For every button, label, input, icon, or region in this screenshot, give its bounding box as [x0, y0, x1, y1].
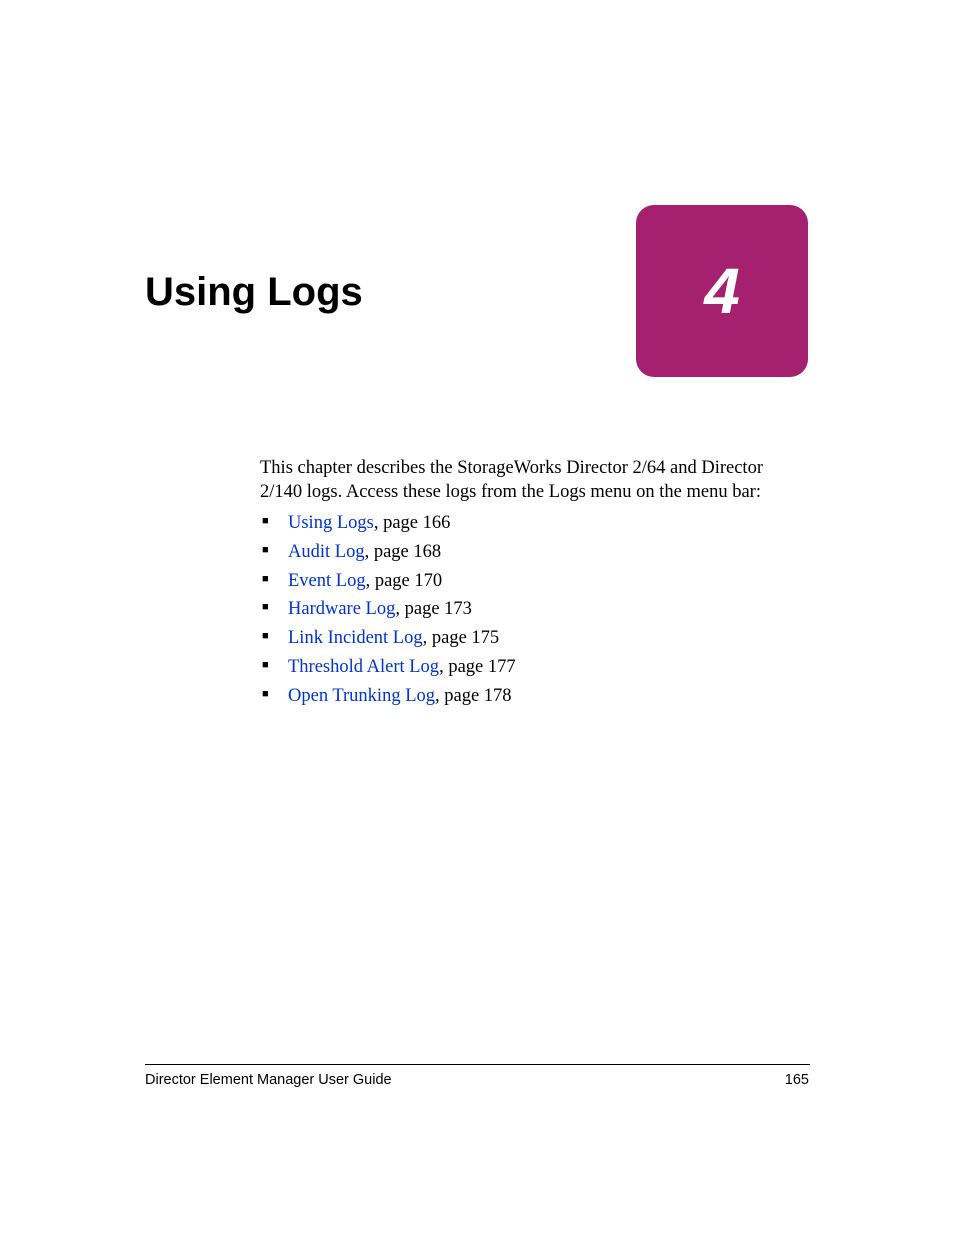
- list-item: Threshold Alert Log, page 177: [260, 654, 805, 681]
- toc-link[interactable]: Hardware Log: [288, 599, 395, 619]
- list-item: Using Logs, page 166: [260, 510, 805, 537]
- list-item: Link Incident Log, page 175: [260, 625, 805, 652]
- toc-page: , page 178: [435, 686, 512, 706]
- chapter-number: 4: [704, 254, 740, 328]
- list-item: Event Log, page 170: [260, 568, 805, 595]
- footer-page-number: 165: [785, 1072, 809, 1088]
- toc-list: Using Logs, page 166 Audit Log, page 168…: [260, 510, 805, 712]
- list-item: Hardware Log, page 173: [260, 596, 805, 623]
- toc-link[interactable]: Open Trunking Log: [288, 686, 435, 706]
- toc-link[interactable]: Link Incident Log: [288, 628, 423, 648]
- toc-page: , page 168: [365, 542, 442, 562]
- chapter-badge: 4: [636, 205, 808, 377]
- toc-link[interactable]: Using Logs: [288, 513, 374, 533]
- footer-guide-name: Director Element Manager User Guide: [145, 1072, 392, 1088]
- toc-page: , page 177: [439, 657, 516, 677]
- toc-link[interactable]: Threshold Alert Log: [288, 657, 439, 677]
- toc-link[interactable]: Audit Log: [288, 542, 365, 562]
- toc-page: , page 175: [423, 628, 500, 648]
- intro-paragraph: This chapter describes the StorageWorks …: [260, 456, 805, 504]
- footer-divider: [145, 1064, 810, 1065]
- toc-page: , page 170: [366, 571, 443, 591]
- toc-page: , page 173: [395, 599, 472, 619]
- list-item: Audit Log, page 168: [260, 539, 805, 566]
- list-item: Open Trunking Log, page 178: [260, 683, 805, 710]
- toc-page: , page 166: [374, 513, 451, 533]
- toc-link[interactable]: Event Log: [288, 571, 366, 591]
- chapter-title: Using Logs: [145, 270, 363, 315]
